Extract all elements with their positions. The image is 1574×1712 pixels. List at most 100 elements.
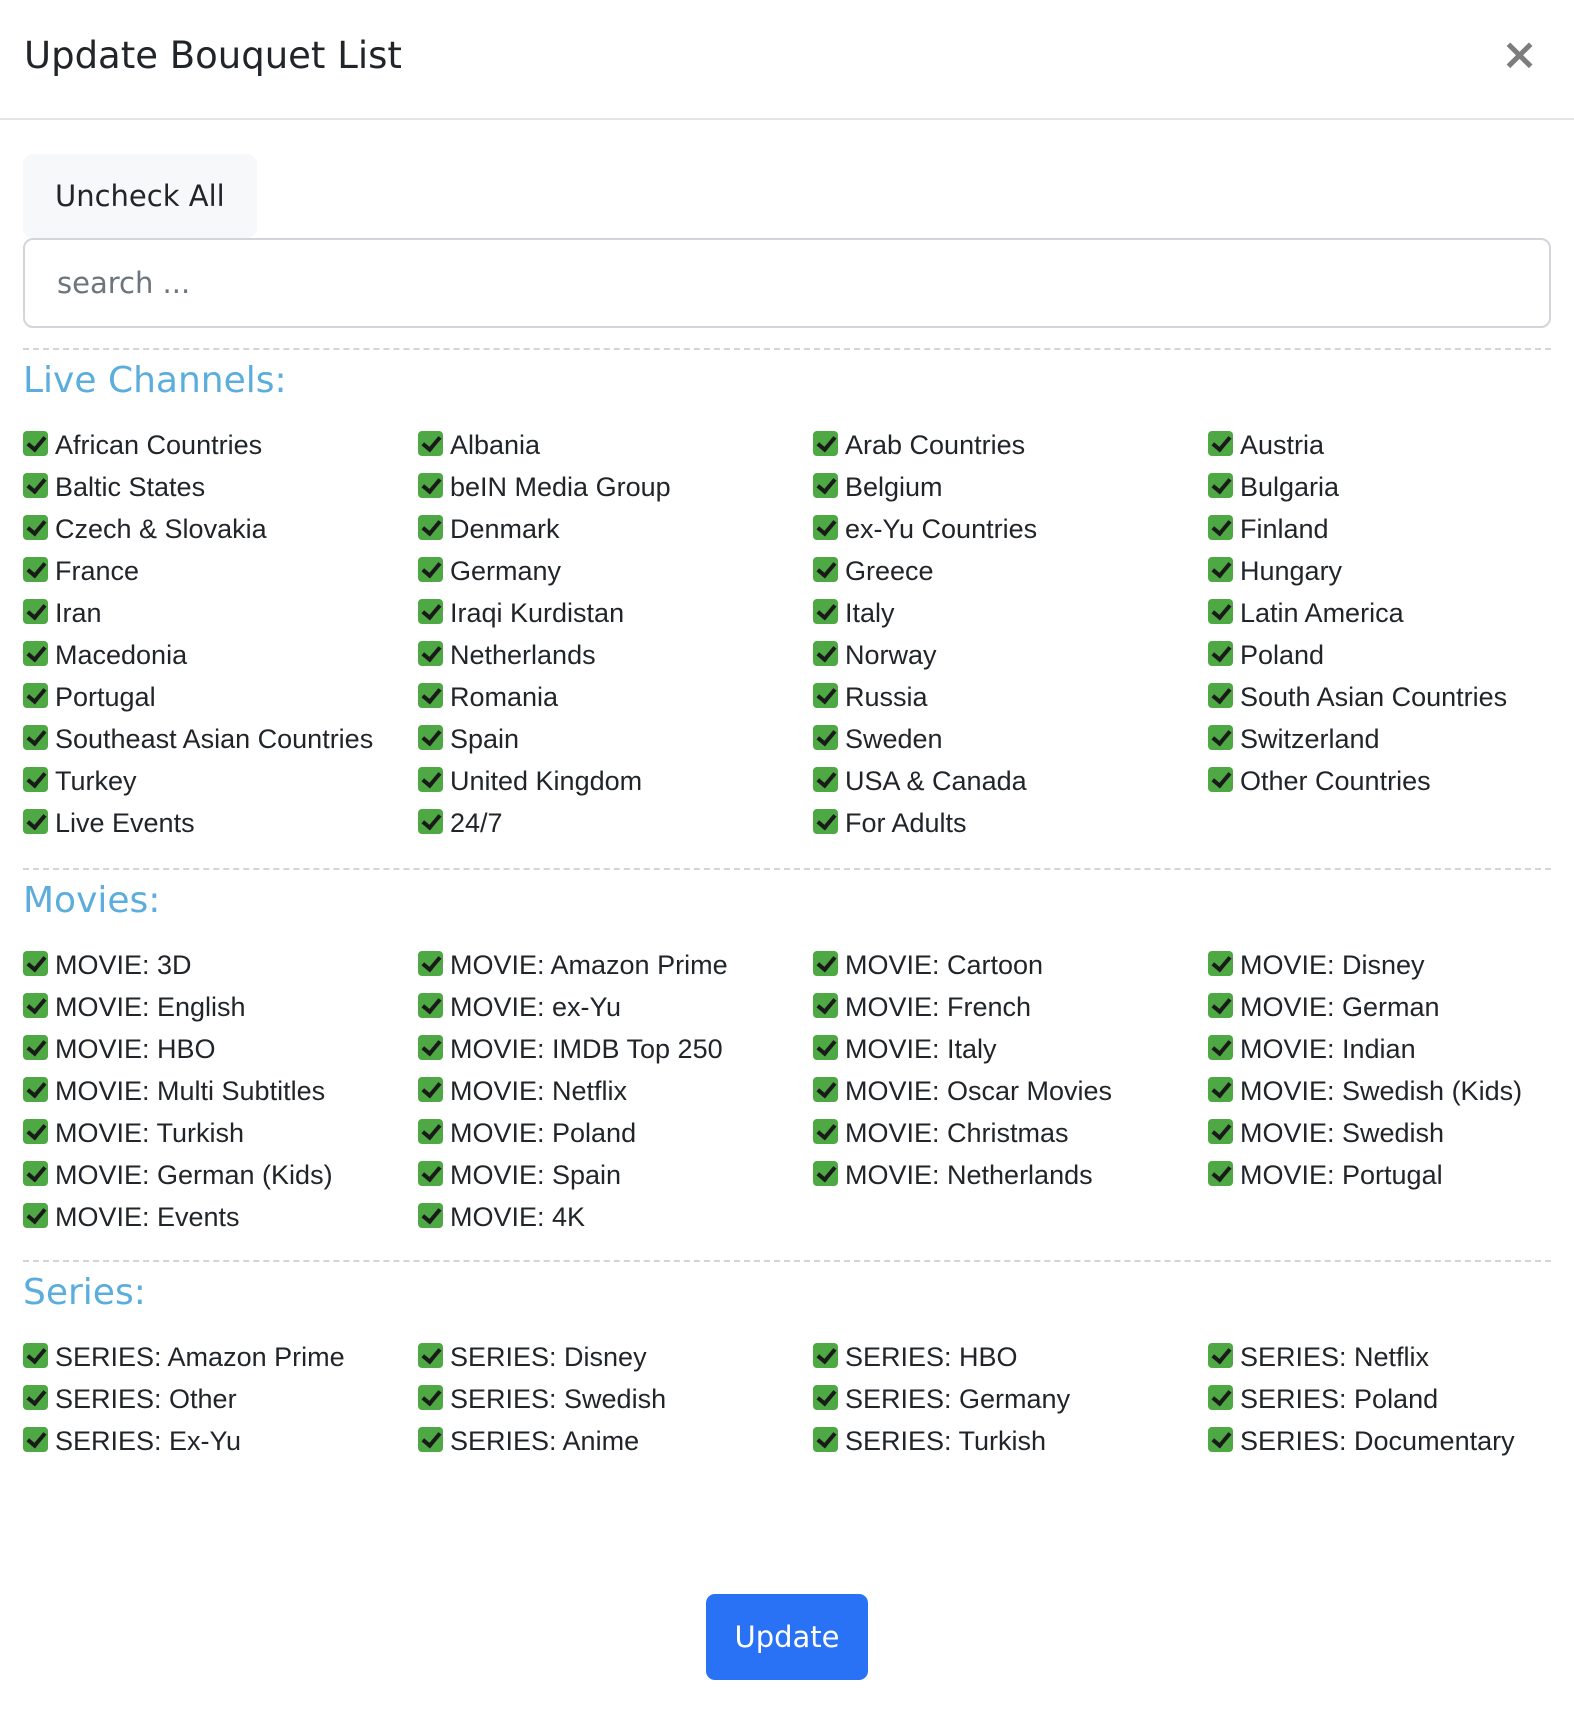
bouquet-item[interactable]: Baltic States bbox=[23, 466, 418, 508]
checkbox-checked-icon[interactable] bbox=[418, 1161, 443, 1186]
bouquet-item[interactable]: France bbox=[23, 550, 418, 592]
bouquet-item[interactable]: ex-Yu Countries bbox=[813, 508, 1208, 550]
checkbox-checked-icon[interactable] bbox=[813, 431, 838, 456]
checkbox-checked-icon[interactable] bbox=[23, 1427, 48, 1452]
bouquet-item[interactable]: SERIES: Germany bbox=[813, 1378, 1208, 1420]
bouquet-item[interactable]: USA & Canada bbox=[813, 760, 1208, 802]
bouquet-item[interactable]: SERIES: Amazon Prime bbox=[23, 1336, 418, 1378]
bouquet-item[interactable]: South Asian Countries bbox=[1208, 676, 1574, 718]
checkbox-checked-icon[interactable] bbox=[1208, 1343, 1233, 1368]
checkbox-checked-icon[interactable] bbox=[813, 1077, 838, 1102]
checkbox-checked-icon[interactable] bbox=[1208, 431, 1233, 456]
checkbox-checked-icon[interactable] bbox=[1208, 557, 1233, 582]
checkbox-checked-icon[interactable] bbox=[813, 993, 838, 1018]
bouquet-item[interactable]: Czech & Slovakia bbox=[23, 508, 418, 550]
checkbox-checked-icon[interactable] bbox=[23, 683, 48, 708]
checkbox-checked-icon[interactable] bbox=[23, 599, 48, 624]
bouquet-item[interactable]: SERIES: Ex-Yu bbox=[23, 1420, 418, 1462]
checkbox-checked-icon[interactable] bbox=[1208, 725, 1233, 750]
checkbox-checked-icon[interactable] bbox=[813, 951, 838, 976]
checkbox-checked-icon[interactable] bbox=[813, 1385, 838, 1410]
bouquet-item[interactable]: Spain bbox=[418, 718, 813, 760]
bouquet-item[interactable]: SERIES: Documentary bbox=[1208, 1420, 1574, 1462]
update-button[interactable]: Update bbox=[706, 1594, 868, 1680]
bouquet-item[interactable]: MOVIE: Spain bbox=[418, 1154, 813, 1196]
bouquet-item[interactable]: MOVIE: HBO bbox=[23, 1028, 418, 1070]
checkbox-checked-icon[interactable] bbox=[418, 431, 443, 456]
checkbox-checked-icon[interactable] bbox=[1208, 473, 1233, 498]
bouquet-item[interactable]: MOVIE: German bbox=[1208, 986, 1574, 1028]
bouquet-item[interactable]: Hungary bbox=[1208, 550, 1574, 592]
checkbox-checked-icon[interactable] bbox=[23, 1035, 48, 1060]
checkbox-checked-icon[interactable] bbox=[418, 951, 443, 976]
bouquet-item[interactable]: Macedonia bbox=[23, 634, 418, 676]
bouquet-item[interactable]: Netherlands bbox=[418, 634, 813, 676]
bouquet-item[interactable]: Greece bbox=[813, 550, 1208, 592]
search-input[interactable] bbox=[23, 238, 1551, 328]
checkbox-checked-icon[interactable] bbox=[1208, 951, 1233, 976]
checkbox-checked-icon[interactable] bbox=[418, 683, 443, 708]
bouquet-item[interactable]: MOVIE: French bbox=[813, 986, 1208, 1028]
checkbox-checked-icon[interactable] bbox=[813, 767, 838, 792]
checkbox-checked-icon[interactable] bbox=[418, 1427, 443, 1452]
checkbox-checked-icon[interactable] bbox=[23, 725, 48, 750]
bouquet-item[interactable]: MOVIE: English bbox=[23, 986, 418, 1028]
bouquet-item[interactable]: SERIES: Swedish bbox=[418, 1378, 813, 1420]
bouquet-item[interactable]: MOVIE: Italy bbox=[813, 1028, 1208, 1070]
checkbox-checked-icon[interactable] bbox=[23, 557, 48, 582]
checkbox-checked-icon[interactable] bbox=[1208, 1035, 1233, 1060]
bouquet-item[interactable]: MOVIE: 3D bbox=[23, 944, 418, 986]
checkbox-checked-icon[interactable] bbox=[813, 683, 838, 708]
checkbox-checked-icon[interactable] bbox=[23, 767, 48, 792]
bouquet-item[interactable]: MOVIE: Events bbox=[23, 1196, 418, 1238]
bouquet-item[interactable]: MOVIE: Multi Subtitles bbox=[23, 1070, 418, 1112]
checkbox-checked-icon[interactable] bbox=[418, 515, 443, 540]
bouquet-item[interactable]: MOVIE: Amazon Prime bbox=[418, 944, 813, 986]
bouquet-item[interactable]: Germany bbox=[418, 550, 813, 592]
bouquet-item[interactable]: Russia bbox=[813, 676, 1208, 718]
checkbox-checked-icon[interactable] bbox=[1208, 1119, 1233, 1144]
bouquet-item[interactable]: Turkey bbox=[23, 760, 418, 802]
checkbox-checked-icon[interactable] bbox=[23, 1385, 48, 1410]
checkbox-checked-icon[interactable] bbox=[1208, 1077, 1233, 1102]
checkbox-checked-icon[interactable] bbox=[418, 557, 443, 582]
bouquet-item[interactable]: Finland bbox=[1208, 508, 1574, 550]
bouquet-item[interactable]: Arab Countries bbox=[813, 424, 1208, 466]
bouquet-item[interactable]: MOVIE: Poland bbox=[418, 1112, 813, 1154]
bouquet-item[interactable]: SERIES: Anime bbox=[418, 1420, 813, 1462]
checkbox-checked-icon[interactable] bbox=[1208, 1385, 1233, 1410]
checkbox-checked-icon[interactable] bbox=[1208, 599, 1233, 624]
bouquet-item[interactable]: MOVIE: Indian bbox=[1208, 1028, 1574, 1070]
checkbox-checked-icon[interactable] bbox=[418, 809, 443, 834]
bouquet-item[interactable]: 24/7 bbox=[418, 802, 813, 844]
bouquet-item[interactable]: Iraqi Kurdistan bbox=[418, 592, 813, 634]
bouquet-item[interactable]: SERIES: Disney bbox=[418, 1336, 813, 1378]
bouquet-item[interactable]: MOVIE: Swedish (Kids) bbox=[1208, 1070, 1574, 1112]
checkbox-checked-icon[interactable] bbox=[418, 1077, 443, 1102]
checkbox-checked-icon[interactable] bbox=[418, 641, 443, 666]
checkbox-checked-icon[interactable] bbox=[23, 473, 48, 498]
bouquet-item[interactable]: Norway bbox=[813, 634, 1208, 676]
bouquet-item[interactable]: SERIES: HBO bbox=[813, 1336, 1208, 1378]
bouquet-item[interactable]: MOVIE: IMDB Top 250 bbox=[418, 1028, 813, 1070]
bouquet-item[interactable]: Latin America bbox=[1208, 592, 1574, 634]
bouquet-item[interactable]: MOVIE: Netflix bbox=[418, 1070, 813, 1112]
checkbox-checked-icon[interactable] bbox=[418, 1343, 443, 1368]
bouquet-item[interactable]: Italy bbox=[813, 592, 1208, 634]
checkbox-checked-icon[interactable] bbox=[813, 809, 838, 834]
checkbox-checked-icon[interactable] bbox=[1208, 1161, 1233, 1186]
checkbox-checked-icon[interactable] bbox=[23, 809, 48, 834]
checkbox-checked-icon[interactable] bbox=[813, 515, 838, 540]
bouquet-item[interactable]: MOVIE: Disney bbox=[1208, 944, 1574, 986]
checkbox-checked-icon[interactable] bbox=[418, 1203, 443, 1228]
checkbox-checked-icon[interactable] bbox=[418, 993, 443, 1018]
checkbox-checked-icon[interactable] bbox=[813, 1161, 838, 1186]
bouquet-item[interactable]: MOVIE: Oscar Movies bbox=[813, 1070, 1208, 1112]
checkbox-checked-icon[interactable] bbox=[813, 599, 838, 624]
bouquet-item[interactable]: Portugal bbox=[23, 676, 418, 718]
checkbox-checked-icon[interactable] bbox=[813, 641, 838, 666]
bouquet-item[interactable]: Austria bbox=[1208, 424, 1574, 466]
bouquet-item[interactable]: African Countries bbox=[23, 424, 418, 466]
bouquet-item[interactable]: Poland bbox=[1208, 634, 1574, 676]
bouquet-item[interactable]: Bulgaria bbox=[1208, 466, 1574, 508]
